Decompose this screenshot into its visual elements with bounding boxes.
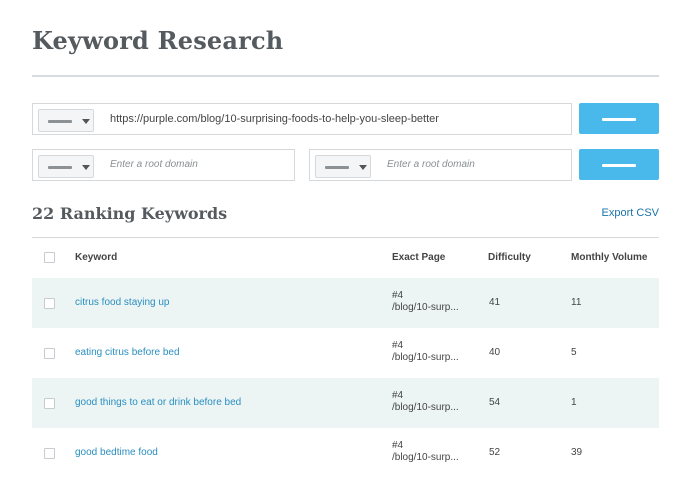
exact-page-cell: #4 /blog/10-surp... — [392, 290, 459, 314]
root-domain-placeholder-2: Enter a root domain — [387, 159, 475, 170]
row-checkbox[interactable] — [44, 298, 55, 309]
root-domain-select-2[interactable] — [315, 155, 371, 178]
row-checkbox[interactable] — [44, 448, 55, 459]
rank-value: #4 — [392, 440, 404, 451]
keyword-link[interactable]: good bedtime food — [75, 447, 158, 458]
column-header-monthly-volume[interactable]: Monthly Volume — [571, 252, 647, 263]
row-checkbox[interactable] — [44, 348, 55, 359]
column-header-exact-page[interactable]: Exact Page — [392, 252, 445, 263]
exact-page-cell: #4 /blog/10-surp... — [392, 440, 459, 464]
volume-value: 39 — [571, 447, 583, 458]
chevron-down-icon — [82, 119, 90, 124]
keyword-link[interactable]: good things to eat or drink before bed — [75, 397, 241, 408]
table-row: citrus food staying up #4 /blog/10-surp.… — [32, 278, 659, 328]
select-value-placeholder — [48, 166, 72, 169]
keyword-link[interactable]: citrus food staying up — [75, 297, 170, 308]
rank-value: #4 — [392, 390, 404, 401]
chevron-down-icon — [359, 165, 367, 170]
select-value-placeholder — [325, 166, 349, 169]
difficulty-value: 52 — [489, 447, 501, 458]
exact-page-cell: #4 /blog/10-surp... — [392, 390, 459, 414]
compare-domains-button[interactable] — [579, 149, 659, 180]
row-checkbox[interactable] — [44, 398, 55, 409]
url-input-value: https://purple.com/blog/10-surprising-fo… — [110, 113, 439, 125]
root-domain-input-2[interactable]: Enter a root domain — [309, 149, 572, 181]
table-top-divider — [32, 237, 659, 238]
button-label-placeholder — [602, 163, 636, 167]
keyword-link[interactable]: eating citrus before bed — [75, 347, 180, 358]
rank-value: #4 — [392, 290, 404, 301]
difficulty-value: 41 — [489, 297, 501, 308]
column-header-keyword[interactable]: Keyword — [75, 252, 117, 263]
select-all-checkbox[interactable] — [44, 252, 55, 263]
title-divider — [32, 75, 659, 77]
root-domain-placeholder-1: Enter a root domain — [110, 159, 198, 170]
rank-value: #4 — [392, 340, 404, 351]
volume-value: 11 — [571, 297, 582, 308]
button-label-placeholder — [602, 117, 636, 121]
page-path: /blog/10-surp... — [392, 402, 459, 413]
url-input[interactable]: https://purple.com/blog/10-surprising-fo… — [32, 103, 572, 135]
select-value-placeholder — [48, 120, 72, 123]
root-domain-select-1[interactable] — [38, 155, 94, 178]
table-header: Keyword Exact Page Difficulty Monthly Vo… — [32, 239, 659, 277]
difficulty-value: 54 — [489, 397, 501, 408]
results-title: 22 Ranking Keywords — [32, 204, 228, 223]
table-row: good bedtime food #4 /blog/10-surp... 52… — [32, 428, 659, 478]
root-domain-input-1[interactable]: Enter a root domain — [32, 149, 295, 181]
page-path: /blog/10-surp... — [392, 352, 459, 363]
column-header-difficulty[interactable]: Difficulty — [488, 252, 531, 263]
volume-value: 5 — [571, 347, 577, 358]
page-path: /blog/10-surp... — [392, 452, 459, 463]
export-csv-link[interactable]: Export CSV — [602, 207, 659, 219]
analyze-url-button[interactable] — [579, 103, 659, 134]
difficulty-value: 40 — [489, 347, 501, 358]
volume-value: 1 — [571, 397, 577, 408]
chevron-down-icon — [82, 165, 90, 170]
table-row: good things to eat or drink before bed #… — [32, 378, 659, 428]
table-row: eating citrus before bed #4 /blog/10-sur… — [32, 328, 659, 378]
url-scope-select[interactable] — [38, 109, 94, 132]
exact-page-cell: #4 /blog/10-surp... — [392, 340, 459, 364]
page-path: /blog/10-surp... — [392, 302, 459, 313]
page-title: Keyword Research — [32, 26, 284, 55]
